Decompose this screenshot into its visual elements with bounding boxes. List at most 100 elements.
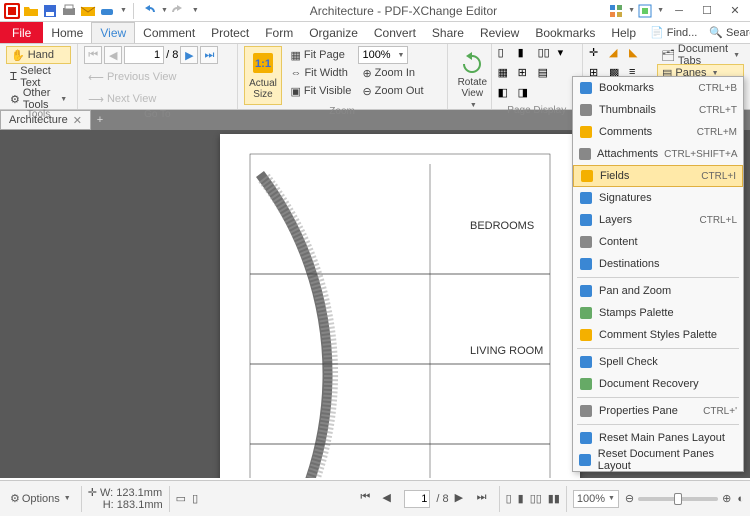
panes-item-layers[interactable]: LayersCTRL+L: [573, 209, 743, 231]
zoom-in-button[interactable]: ⊕Zoom In: [358, 64, 419, 82]
thumbnails-icon[interactable]: ▦: [498, 66, 516, 84]
qat-dropdown[interactable]: ▼: [118, 7, 127, 14]
zoom-combo[interactable]: 100%▼: [358, 46, 408, 64]
page-input[interactable]: [124, 46, 164, 64]
menu-bookmarks[interactable]: Bookmarks: [527, 22, 603, 43]
sb-first-page[interactable]: ⏮: [360, 491, 376, 507]
other-tools-button[interactable]: ⚙Other Tools▼: [6, 90, 71, 108]
panes-item-destinations[interactable]: Destinations: [573, 253, 743, 275]
panes-item-attachments[interactable]: AttachmentsCTRL+SHIFT+A: [573, 143, 743, 165]
save-icon[interactable]: [42, 3, 58, 19]
last-page-button[interactable]: ⏭: [200, 46, 218, 64]
grid-icon[interactable]: ⊞: [518, 66, 536, 84]
fit-visible-button[interactable]: ▣Fit Visible: [286, 82, 358, 100]
two-page-icon[interactable]: ▯▯: [538, 46, 556, 64]
zoom-in-small-icon[interactable]: ⊕: [722, 492, 731, 505]
zoom-slider[interactable]: ⊖ ⊕: [625, 492, 731, 505]
sb-last-page[interactable]: ⏭: [477, 491, 493, 507]
rulers-icon[interactable]: ◣: [629, 46, 647, 64]
next-page-button[interactable]: ▶: [180, 46, 198, 64]
zoom-out-small-icon[interactable]: ⊖: [625, 492, 634, 505]
sb-page-input[interactable]: [404, 490, 430, 508]
snap-icon[interactable]: ✛: [589, 46, 607, 64]
rotate-view-button[interactable]: Rotate View▼: [454, 46, 491, 113]
mail-icon[interactable]: [80, 3, 96, 19]
file-menu[interactable]: File: [0, 22, 43, 43]
panes-item-reset-document-panes-layout[interactable]: Reset Document Panes Layout: [573, 449, 743, 471]
layout2-icon[interactable]: ◨: [518, 86, 536, 104]
app-icon: [4, 3, 20, 19]
panes-item-properties-pane[interactable]: Properties PaneCTRL+': [573, 400, 743, 422]
layout-cont-icon[interactable]: ▮: [518, 492, 524, 505]
panes-item-spell-check[interactable]: Spell Check: [573, 351, 743, 373]
panes-item-reset-main-panes-layout[interactable]: Reset Main Panes Layout: [573, 427, 743, 449]
sb-prev-page[interactable]: ◀: [382, 491, 398, 507]
panes-item-comments[interactable]: CommentsCTRL+M: [573, 121, 743, 143]
panes-item-stamps-palette[interactable]: Stamps Palette: [573, 302, 743, 324]
panes-item-content[interactable]: Content: [573, 231, 743, 253]
panes-item-fields[interactable]: FieldsCTRL+I: [573, 165, 743, 187]
menu-convert[interactable]: Convert: [366, 22, 424, 43]
transitions-icon[interactable]: ◧: [498, 86, 516, 104]
ui-options-icon[interactable]: [608, 3, 624, 19]
actual-size-icon: 1:1: [251, 51, 275, 75]
redo-dropdown[interactable]: ▼: [190, 7, 199, 14]
menu-home[interactable]: Home: [43, 22, 91, 43]
show-gaps-icon[interactable]: ▤: [538, 66, 556, 84]
launch-icon[interactable]: [637, 3, 653, 19]
menu-share[interactable]: Share: [424, 22, 472, 43]
menu-comment[interactable]: Comment: [135, 22, 203, 43]
page-layout-dropdown[interactable]: ▾: [558, 46, 576, 64]
wh-icon[interactable]: ▯: [192, 492, 198, 505]
menu-organize[interactable]: Organize: [301, 22, 366, 43]
panes-item-bookmarks[interactable]: BookmarksCTRL+B: [573, 77, 743, 99]
undo-dropdown[interactable]: ▼: [159, 7, 168, 14]
select-text-button[interactable]: ᏆSelect Text: [6, 68, 71, 86]
hand-tool-button[interactable]: ✋Hand: [6, 46, 71, 64]
panes-item-document-recovery[interactable]: Document Recovery: [573, 373, 743, 395]
panes-item-pan-and-zoom[interactable]: Pan and Zoom: [573, 280, 743, 302]
menu-review[interactable]: Review: [472, 22, 527, 43]
search-button[interactable]: 🔍Search...: [703, 22, 750, 43]
previous-view-button[interactable]: ⟵Previous View: [84, 68, 230, 86]
minimize-button[interactable]: ─: [666, 1, 692, 21]
next-view-button[interactable]: ⟶Next View: [84, 90, 230, 108]
find-button[interactable]: 📄Find...: [644, 22, 703, 43]
continuous-icon[interactable]: ▮: [518, 46, 536, 64]
dimension-icon[interactable]: ▭: [176, 492, 186, 505]
sb-zoom-combo[interactable]: 100%▼: [573, 490, 619, 508]
tabs-icon: 🗂: [661, 49, 675, 62]
sb-next-page[interactable]: ▶: [455, 491, 471, 507]
prev-page-button[interactable]: ◀: [104, 46, 122, 64]
menu-protect[interactable]: Protect: [203, 22, 257, 43]
fit-page-button[interactable]: ▦Fit Page: [286, 46, 358, 64]
fit-toggle-icon[interactable]: ◐: [737, 493, 744, 505]
layout-two-icon[interactable]: ▯▯: [530, 492, 542, 505]
undo-icon[interactable]: [140, 3, 156, 19]
fit-width-button[interactable]: ⇔Fit Width: [286, 64, 358, 82]
scan-icon[interactable]: [99, 3, 115, 19]
menu-form[interactable]: Form: [257, 22, 301, 43]
guides-icon[interactable]: ◢: [609, 46, 627, 64]
close-button[interactable]: ✕: [722, 1, 748, 21]
menu-help[interactable]: Help: [603, 22, 644, 43]
first-page-button[interactable]: ⏮: [84, 46, 102, 64]
menu-view[interactable]: View: [91, 22, 135, 43]
maximize-button[interactable]: ☐: [694, 1, 720, 21]
layout-two-cont-icon[interactable]: ▮▮: [548, 492, 560, 505]
panes-item-thumbnails[interactable]: ThumbnailsCTRL+T: [573, 99, 743, 121]
close-tab-icon[interactable]: ✕: [73, 114, 82, 127]
zoom-out-button[interactable]: ⊖Zoom Out: [358, 82, 427, 100]
options-button[interactable]: ⚙Options▼: [6, 490, 75, 507]
pin-icon: [579, 257, 593, 271]
print-icon[interactable]: [61, 3, 77, 19]
single-page-icon[interactable]: ▯: [498, 46, 516, 64]
redo-icon[interactable]: [171, 3, 187, 19]
panes-item-comment-styles-palette[interactable]: Comment Styles Palette: [573, 324, 743, 346]
panes-item-signatures[interactable]: Signatures: [573, 187, 743, 209]
actual-size-button[interactable]: 1:1 Actual Size: [244, 46, 283, 105]
document-tabs-button[interactable]: 🗂Document Tabs▼: [657, 46, 744, 64]
layout-single-icon[interactable]: ▯: [506, 492, 512, 505]
open-icon[interactable]: [23, 3, 39, 19]
fit-page-icon: ▦: [290, 49, 300, 62]
